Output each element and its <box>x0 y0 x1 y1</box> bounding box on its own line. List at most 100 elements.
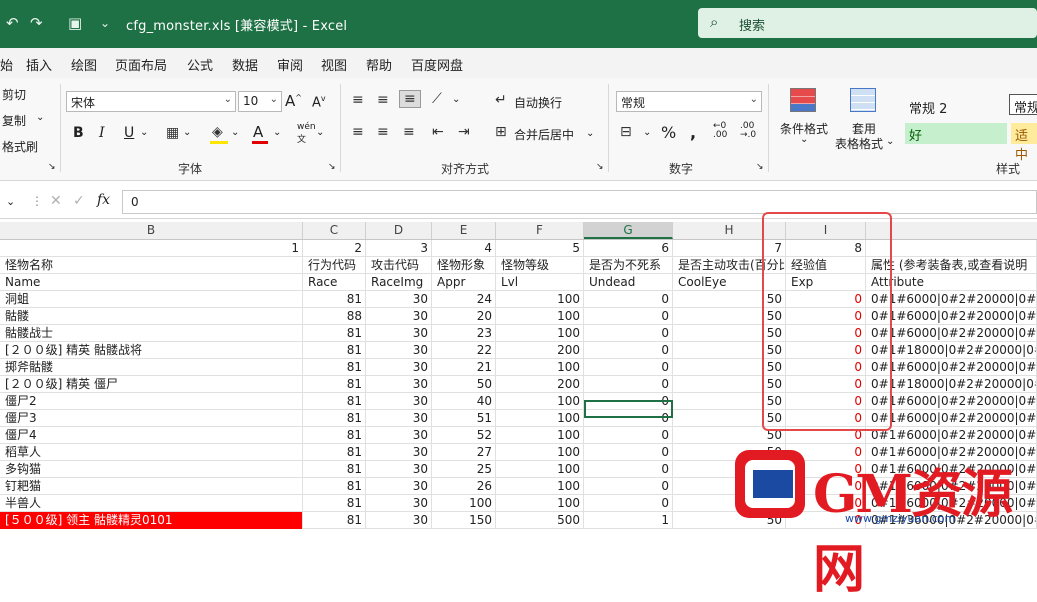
italic-button[interactable]: I <box>99 125 105 141</box>
column-header-c[interactable]: C <box>303 222 366 239</box>
phonetic-dropdown-icon[interactable]: ⌄ <box>316 127 324 138</box>
cell-g[interactable]: 0 <box>584 325 673 342</box>
selected-cell-g11[interactable] <box>584 400 673 418</box>
cell-e[interactable]: 4 <box>432 240 496 257</box>
font-size-combo[interactable]: 10 ⌄ <box>238 91 282 112</box>
cell-b[interactable]: 僵尸2 <box>0 393 303 410</box>
format-painter-button[interactable]: 格式刷 <box>2 138 38 155</box>
cell-b[interactable]: [２００级] 精英 僵尸 <box>0 376 303 393</box>
save-icon[interactable]: ▣ <box>68 14 82 32</box>
cell-c[interactable]: 81 <box>303 478 366 495</box>
accounting-dropdown-icon[interactable]: ⌄ <box>643 127 651 138</box>
copy-button[interactable]: 复制 <box>2 112 26 129</box>
cell-c[interactable]: Race <box>303 274 366 291</box>
cell-d[interactable]: 30 <box>366 427 432 444</box>
cell-g[interactable]: 0 <box>584 359 673 376</box>
cell-e[interactable]: 50 <box>432 376 496 393</box>
borders-dropdown-icon[interactable]: ⌄ <box>183 127 191 138</box>
cell-b[interactable]: 掷斧骷髅 <box>0 359 303 376</box>
cell-e[interactable]: 怪物形象 <box>432 257 496 274</box>
cell-g[interactable]: 6 <box>584 240 673 257</box>
align-middle-icon[interactable]: ≡ <box>377 92 389 108</box>
align-center-icon[interactable]: ≡ <box>377 124 389 140</box>
cell-d[interactable]: 30 <box>366 444 432 461</box>
cell-e[interactable]: 20 <box>432 308 496 325</box>
cond-dropdown-icon[interactable]: ⌄ <box>800 134 808 145</box>
style-neutral[interactable]: 适中 <box>1011 123 1037 163</box>
cell-e[interactable]: 25 <box>432 461 496 478</box>
cell-e[interactable]: 100 <box>432 495 496 512</box>
cell-g[interactable]: 0 <box>584 291 673 308</box>
cell-f[interactable]: 200 <box>496 342 584 359</box>
cell-f[interactable]: 100 <box>496 325 584 342</box>
cell-d[interactable]: 30 <box>366 308 432 325</box>
tab-baidu-netdisk[interactable]: 百度网盘 <box>411 55 463 74</box>
cell-e[interactable]: 22 <box>432 342 496 359</box>
alignment-launcher-icon[interactable]: ↘ <box>596 162 604 172</box>
insert-function-icon[interactable]: fx <box>97 192 110 208</box>
cell-g[interactable]: 0 <box>584 308 673 325</box>
format-as-table-icon[interactable] <box>850 88 876 112</box>
table-dropdown-icon[interactable]: ⌄ <box>886 136 894 147</box>
cell-f[interactable]: 5 <box>496 240 584 257</box>
tab-help[interactable]: 帮助 <box>366 55 392 74</box>
tab-view[interactable]: 视图 <box>321 55 347 74</box>
underline-button[interactable]: U <box>124 125 134 141</box>
cell-e[interactable]: 51 <box>432 410 496 427</box>
cell-b[interactable]: [５００级] 领主 骷髅精灵0101 <box>0 512 303 529</box>
cell-c[interactable]: 81 <box>303 461 366 478</box>
cell-g[interactable]: 0 <box>584 495 673 512</box>
cell-f[interactable]: 100 <box>496 461 584 478</box>
undo-icon[interactable]: ↶ <box>6 14 19 32</box>
cell-f[interactable]: 100 <box>496 495 584 512</box>
accounting-format-icon[interactable]: ⊟ <box>620 124 632 140</box>
tab-home[interactable]: 始 <box>0 55 13 74</box>
increase-indent-icon[interactable]: ⇥ <box>458 124 470 140</box>
cell-c[interactable]: 81 <box>303 410 366 427</box>
cell-d[interactable]: 30 <box>366 478 432 495</box>
cell-f[interactable]: 怪物等级 <box>496 257 584 274</box>
decrease-decimal-icon[interactable]: .00 →.0 <box>740 122 756 140</box>
cell-e[interactable]: 40 <box>432 393 496 410</box>
cell-b[interactable]: Name <box>0 274 303 291</box>
redo-icon[interactable]: ↷ <box>30 14 43 32</box>
cell-g[interactable]: 1 <box>584 512 673 529</box>
align-bottom-icon[interactable]: ≡ <box>399 90 421 108</box>
cell-d[interactable]: 30 <box>366 291 432 308</box>
cell-c[interactable]: 2 <box>303 240 366 257</box>
number-format-combo[interactable]: 常规 ⌄ <box>616 91 762 112</box>
align-left-icon[interactable]: ≡ <box>352 124 364 140</box>
cell-b[interactable]: 怪物名称 <box>0 257 303 274</box>
font-color-dropdown-icon[interactable]: ⌄ <box>273 127 281 138</box>
tab-data[interactable]: 数据 <box>232 55 258 74</box>
cell-d[interactable]: RaceImg <box>366 274 432 291</box>
number-launcher-icon[interactable]: ↘ <box>756 162 764 172</box>
cell-d[interactable]: 30 <box>366 376 432 393</box>
search-box[interactable]: ⌕ 搜索 <box>698 8 1037 38</box>
cell-d[interactable]: 30 <box>366 393 432 410</box>
cell-c[interactable]: 81 <box>303 393 366 410</box>
cell-c[interactable]: 88 <box>303 308 366 325</box>
cell-e[interactable]: 23 <box>432 325 496 342</box>
cell-e[interactable]: 52 <box>432 427 496 444</box>
wrap-text-icon[interactable]: ↵ <box>495 92 507 108</box>
column-header-f[interactable]: F <box>496 222 584 239</box>
merge-center-icon[interactable]: ⊞ <box>495 124 507 140</box>
cell-b[interactable]: 洞蛆 <box>0 291 303 308</box>
tab-insert[interactable]: 插入 <box>26 55 52 74</box>
cell-f[interactable]: 100 <box>496 308 584 325</box>
cell-e[interactable]: Appr <box>432 274 496 291</box>
formula-input[interactable]: 0 <box>122 190 1037 214</box>
style-good[interactable]: 好 <box>905 123 1007 144</box>
cell-d[interactable]: 30 <box>366 495 432 512</box>
shrink-font-button[interactable]: Av <box>312 94 326 110</box>
customize-toolbar-icon[interactable]: ⌄ <box>100 16 110 30</box>
cell-b[interactable]: 僵尸4 <box>0 427 303 444</box>
cell-b[interactable]: 稻草人 <box>0 444 303 461</box>
cell-g[interactable]: 0 <box>584 478 673 495</box>
cell-c[interactable]: 81 <box>303 291 366 308</box>
style-normal-2[interactable]: 常规 2 <box>905 96 1007 117</box>
cell-c[interactable]: 行为代码 <box>303 257 366 274</box>
cell-b[interactable]: 钉耙猫 <box>0 478 303 495</box>
cell-d[interactable]: 攻击代码 <box>366 257 432 274</box>
